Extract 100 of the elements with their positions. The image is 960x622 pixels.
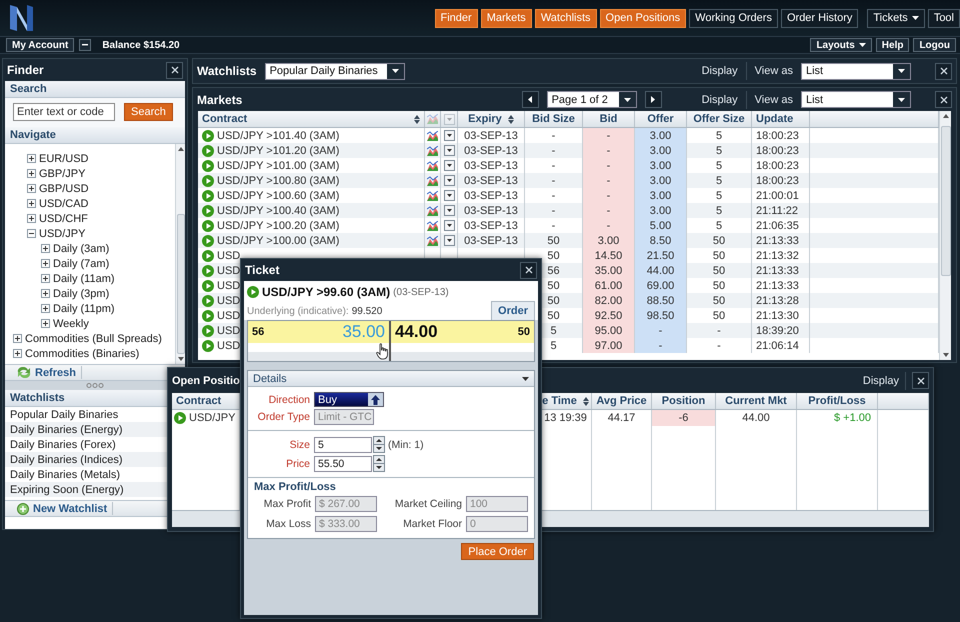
chart-icon[interactable]: [427, 160, 438, 170]
play-icon[interactable]: [202, 160, 214, 172]
dropdown-icon[interactable]: [444, 190, 454, 201]
close-button[interactable]: [912, 372, 929, 389]
menu-button[interactable]: Logou: [913, 38, 956, 52]
contract-name[interactable]: USD/JPY >101.00 (3AM): [217, 160, 340, 172]
nav-tab[interactable]: Open Positions: [600, 8, 686, 28]
scroll-up-icon[interactable]: [942, 114, 948, 118]
size-field[interactable]: 5: [314, 436, 372, 452]
chart-icon[interactable]: [427, 220, 438, 230]
collapse-button[interactable]: [79, 39, 92, 51]
dropdown-icon[interactable]: [444, 205, 454, 216]
plus-icon[interactable]: [27, 199, 36, 208]
watchlist-item[interactable]: Daily Binaries (Forex): [5, 437, 167, 452]
watchlist-item[interactable]: Popular Daily Binaries: [5, 407, 167, 422]
account-button[interactable]: My Account: [6, 38, 74, 52]
tree-item[interactable]: Daily (11pm): [53, 302, 115, 314]
offer-price[interactable]: 44.00: [395, 322, 438, 342]
nav-tab[interactable]: Finder: [434, 8, 478, 28]
play-icon[interactable]: [202, 340, 214, 352]
plus-icon[interactable]: [27, 184, 36, 193]
plus-icon[interactable]: [41, 244, 50, 253]
tree-item[interactable]: Daily (3pm): [53, 288, 110, 300]
column-header[interactable]: Avg Price: [592, 393, 652, 409]
watchlist-item[interactable]: Daily Binaries (Energy): [5, 422, 167, 437]
place-order-button[interactable]: Place Order: [461, 543, 534, 560]
plus-icon[interactable]: [27, 214, 36, 223]
contract-name[interactable]: USD: [217, 324, 240, 336]
chart-icon[interactable]: [427, 236, 438, 246]
next-page-button[interactable]: [644, 91, 662, 108]
direction-dropdown[interactable]: Buy: [314, 392, 384, 407]
column-header[interactable]: Position: [652, 393, 716, 409]
scroll-up-icon[interactable]: [178, 147, 184, 151]
play-icon[interactable]: [202, 310, 214, 322]
plus-icon[interactable]: [41, 289, 50, 298]
nav-tab[interactable]: Working Orders: [689, 8, 778, 28]
scroll-down-icon[interactable]: [942, 353, 948, 357]
nav-tab[interactable]: Order History: [780, 8, 858, 28]
dropdown-icon[interactable]: [444, 235, 454, 246]
close-button[interactable]: [935, 62, 952, 80]
dropdown-icon[interactable]: [444, 130, 454, 141]
contract-name[interactable]: USD/JPY: [189, 412, 236, 424]
chart-icon[interactable]: [427, 206, 438, 216]
play-icon[interactable]: [174, 412, 186, 424]
scrollbar[interactable]: [175, 144, 185, 364]
contract-name[interactable]: USD/JPY >100.60 (3AM): [217, 190, 340, 202]
play-icon[interactable]: [202, 324, 214, 336]
chart-icon[interactable]: [427, 176, 438, 186]
contract-name[interactable]: USD/JPY >100.80 (3AM): [217, 174, 340, 186]
spinner-icon[interactable]: [373, 455, 385, 472]
close-button[interactable]: [520, 262, 537, 278]
play-icon[interactable]: [202, 294, 214, 306]
contract-name[interactable]: USD: [217, 294, 240, 306]
play-icon[interactable]: [202, 234, 214, 246]
scrollbar[interactable]: [939, 111, 951, 360]
contract-name[interactable]: USD/JPY >101.40 (3AM): [217, 130, 340, 142]
contract-name[interactable]: USD/JPY >100.40 (3AM): [217, 204, 340, 216]
section-heading[interactable]: Details: [253, 372, 287, 384]
plus-icon[interactable]: [41, 259, 50, 268]
dropdown-icon[interactable]: [444, 160, 454, 171]
contract-name[interactable]: USD: [217, 264, 240, 276]
contract-name[interactable]: USD/JPY >101.20 (3AM): [217, 144, 340, 156]
tree-item[interactable]: GBP/USD: [39, 182, 89, 194]
column-header[interactable]: Profit/Loss: [797, 393, 878, 409]
close-button[interactable]: [935, 91, 952, 108]
play-icon[interactable]: [202, 264, 214, 276]
chart-icon[interactable]: [427, 130, 438, 140]
plus-icon[interactable]: [41, 319, 50, 328]
price-field[interactable]: 55.50: [314, 456, 372, 472]
play-icon[interactable]: [202, 250, 214, 262]
column-header[interactable]: Current Mkt: [716, 393, 797, 409]
column-header[interactable]: Update: [752, 111, 810, 127]
tree-item[interactable]: Commodities (Bull Spreads): [25, 332, 162, 344]
search-button[interactable]: Search: [124, 103, 173, 121]
column-header[interactable]: Expiry: [458, 111, 525, 127]
tree-item[interactable]: USD/CHF: [39, 212, 88, 224]
tree-item[interactable]: GBP/JPY: [39, 168, 86, 180]
column-header[interactable]: Bid Size: [525, 111, 583, 127]
tree-item[interactable]: EUR/USD: [39, 152, 89, 164]
contract-name[interactable]: USD: [217, 310, 240, 322]
tree-item[interactable]: Daily (7am): [53, 258, 110, 270]
dropdown-icon[interactable]: [444, 175, 454, 186]
nav-tab[interactable]: Tickets: [867, 8, 925, 28]
tree-item[interactable]: USD/CAD: [39, 198, 89, 210]
play-icon[interactable]: [247, 286, 259, 298]
plus-icon[interactable]: [27, 154, 36, 163]
tree-item[interactable]: USD/JPY: [39, 228, 86, 240]
splitter-handle[interactable]: [86, 383, 104, 388]
plus-icon[interactable]: [13, 334, 22, 343]
dropdown[interactable]: Page 1 of 2: [546, 91, 637, 108]
tree-item[interactable]: Daily (3am): [53, 242, 110, 254]
play-icon[interactable]: [202, 190, 214, 202]
tree-item[interactable]: Weekly: [53, 318, 89, 330]
column-header[interactable]: Contract: [198, 111, 425, 127]
previous-page-button[interactable]: [522, 91, 539, 108]
watchlist-item[interactable]: Expiring Soon (Energy): [5, 482, 167, 497]
display-label[interactable]: Display: [862, 374, 899, 386]
plus-icon[interactable]: [41, 274, 50, 283]
dropdown-icon[interactable]: [444, 220, 454, 231]
contract-name[interactable]: USD: [217, 250, 240, 262]
